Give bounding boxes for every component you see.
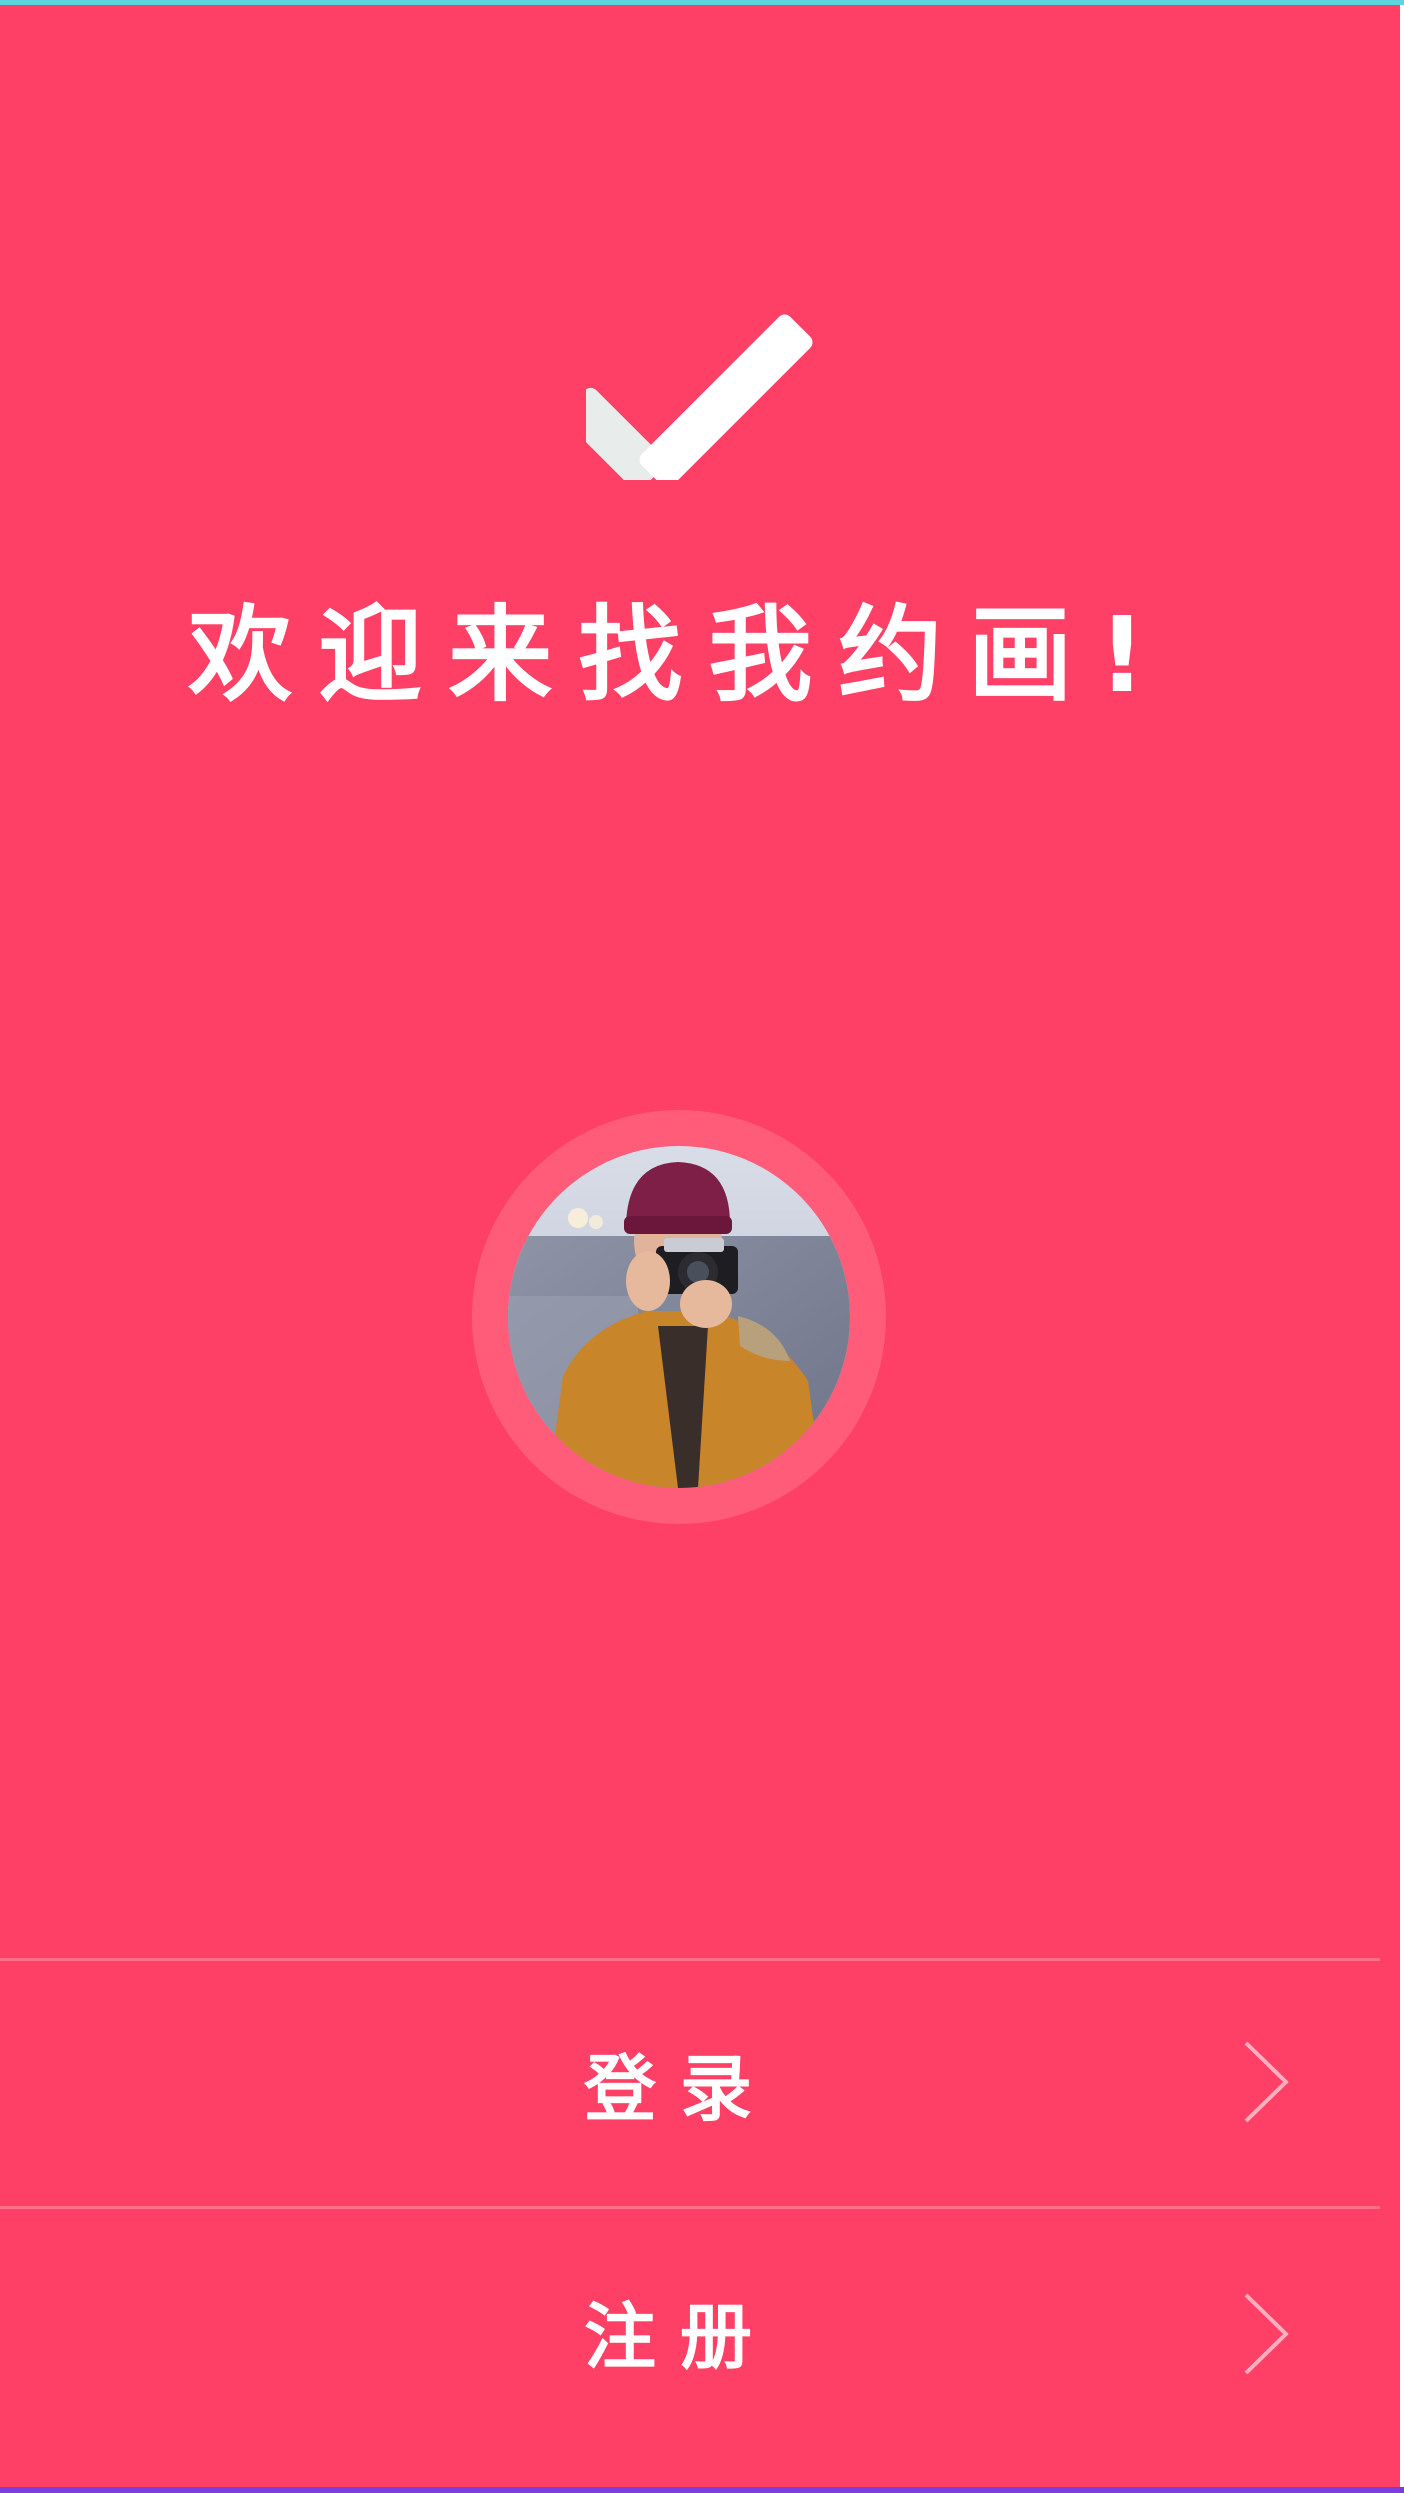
divider [0, 1958, 1380, 1961]
photographer-avatar [508, 1146, 850, 1488]
register-button[interactable]: 注册 [0, 2210, 1380, 2450]
login-button[interactable]: 登录 [0, 1962, 1380, 2202]
welcome-title: 欢迎来找我约画! [188, 594, 1172, 716]
right-edge [1400, 5, 1404, 2487]
register-label: 注册 [583, 2294, 776, 2379]
checkmark-icon [586, 314, 813, 480]
top-accent-strip [0, 0, 1404, 5]
divider [0, 2206, 1380, 2209]
bottom-accent-strip [0, 2487, 1404, 2493]
chevron-right-icon [1244, 2293, 1289, 2375]
login-label: 登录 [583, 2046, 776, 2131]
chevron-right-icon [1244, 2041, 1289, 2123]
